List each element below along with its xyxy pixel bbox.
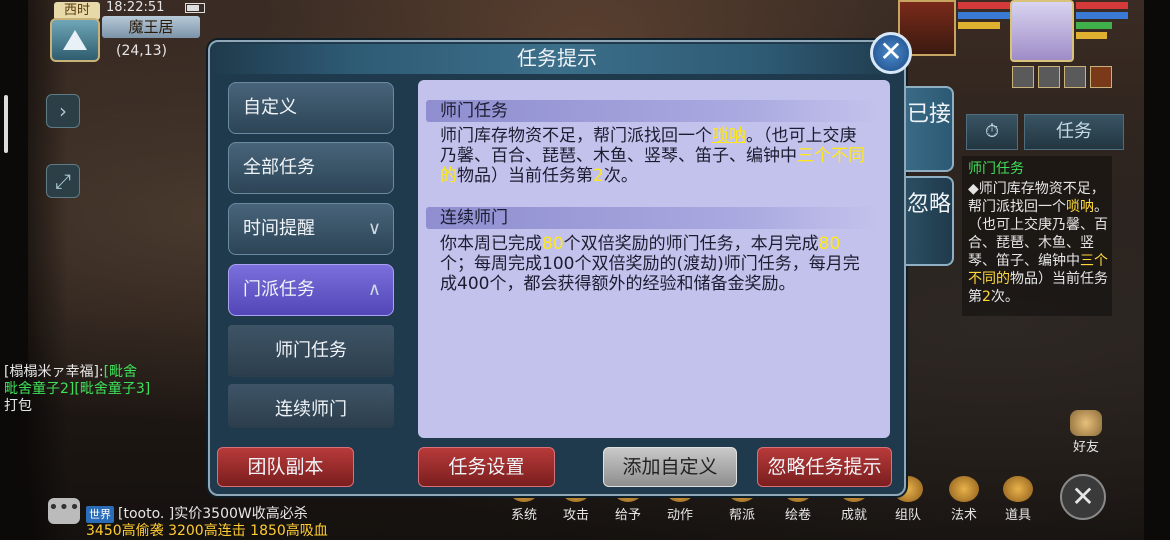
section-text: 师门库存物资不足，帮门派找回一个唢呐。（也可上交庚乃馨、百合、琵琶、木鱼、竖琴、… bbox=[440, 126, 865, 186]
system-handle[interactable] bbox=[4, 95, 8, 153]
ignore-prompt-button[interactable]: 忽略任务提示 bbox=[757, 447, 892, 487]
pet-status-bars bbox=[958, 2, 1010, 32]
add-custom-button[interactable]: 添加自定义 bbox=[603, 447, 737, 487]
tracker-quest-title[interactable]: 师门任务 bbox=[968, 158, 1024, 178]
screen-edge-left bbox=[0, 0, 28, 540]
buff-icon[interactable] bbox=[1064, 66, 1086, 88]
clock: 18:22:51 bbox=[106, 0, 165, 15]
player-status-bars bbox=[1076, 2, 1128, 42]
section-text: 你本周已完成80个双倍奖励的师门任务，本月完成80个；每周完成100个双倍奖励的… bbox=[440, 234, 860, 294]
player-portrait[interactable] bbox=[1010, 0, 1074, 62]
location-name[interactable]: 魔王居 bbox=[102, 16, 200, 38]
chat-icon[interactable]: ••• bbox=[48, 498, 80, 524]
buff-icon[interactable] bbox=[1090, 66, 1112, 88]
subitem-master-task[interactable]: 师门任务 bbox=[228, 325, 394, 377]
handshake-icon bbox=[1070, 410, 1102, 436]
chat-log[interactable]: [榻榻米ァ幸福]:[毗舍 毗舍童子2][毗舍童子3] 打包 bbox=[4, 364, 214, 415]
expand-arrow-icon[interactable]: › bbox=[46, 94, 80, 128]
section-heading: 连续师门 bbox=[426, 207, 878, 229]
dialog-title: 任务提示 bbox=[210, 44, 904, 74]
fullscreen-icon[interactable]: ⤢ bbox=[46, 164, 80, 198]
world-chat-line: 世界 [tooto. ]实价3500W收高必杀 bbox=[86, 506, 328, 523]
chat-line: 打包 bbox=[4, 398, 32, 414]
category-all[interactable]: 全部任务 bbox=[228, 142, 394, 194]
category-sect-tasks[interactable]: 门派任务 ∧ bbox=[228, 264, 394, 316]
team-dungeon-button[interactable]: 团队副本 bbox=[217, 447, 354, 487]
chat-line: [榻榻米ァ幸福]:[毗舍 bbox=[4, 364, 138, 380]
screen-edge-right bbox=[1144, 0, 1170, 540]
chat-line: 毗舍童子2][毗舍童子3] bbox=[4, 381, 151, 397]
friends-button[interactable]: 好友 bbox=[1066, 410, 1106, 455]
menu-spells[interactable]: 法术 bbox=[940, 476, 988, 523]
close-icon[interactable]: ✕ bbox=[870, 32, 912, 74]
mountain-icon bbox=[63, 30, 87, 50]
world-chat[interactable]: 世界 [tooto. ]实价3500W收高必杀 3450高偷袭 3200高连击 1… bbox=[86, 506, 328, 540]
chevron-down-icon: ∨ bbox=[367, 218, 381, 239]
section-heading: 师门任务 bbox=[426, 100, 878, 122]
bag-icon bbox=[1003, 476, 1033, 502]
subitem-continuous-master[interactable]: 连续师门 bbox=[228, 384, 394, 428]
close-menu-button[interactable]: ✕ bbox=[1060, 474, 1106, 520]
tab-ignored[interactable]: 忽略 bbox=[906, 176, 954, 266]
buff-icon[interactable] bbox=[1012, 66, 1034, 88]
bell-icon bbox=[949, 476, 979, 502]
buff-icon[interactable] bbox=[1038, 66, 1060, 88]
menu-items[interactable]: 道具 bbox=[994, 476, 1042, 523]
tracker-task-tab[interactable]: 任务 bbox=[1024, 114, 1124, 150]
task-settings-button[interactable]: 任务设置 bbox=[418, 447, 555, 487]
location-coords: (24,13) bbox=[116, 43, 168, 59]
chevron-up-icon: ∧ bbox=[367, 279, 381, 300]
minimap-button[interactable] bbox=[50, 18, 100, 62]
tab-accepted[interactable]: 已接 bbox=[906, 86, 954, 172]
battery-icon bbox=[185, 3, 205, 13]
timer-icon[interactable]: ⏱ bbox=[966, 114, 1018, 150]
category-custom[interactable]: 自定义 bbox=[228, 82, 394, 134]
game-screen: 西时 18:22:51 魔王居 (24,13) › ⤢ [榻榻米ァ幸福]:[毗舍… bbox=[0, 0, 1170, 540]
category-time-reminder[interactable]: 时间提醒 ∨ bbox=[228, 203, 394, 255]
shadow-overlay bbox=[28, 0, 68, 540]
tracker-quest-text[interactable]: ◆师门库存物资不足，帮门派找回一个唢呐。（也可上交庚乃馨、百合、琵琶、木鱼、竖琴… bbox=[968, 180, 1114, 306]
world-chat-line: 3450高偷袭 3200高连击 1850高吸血 bbox=[86, 523, 328, 539]
